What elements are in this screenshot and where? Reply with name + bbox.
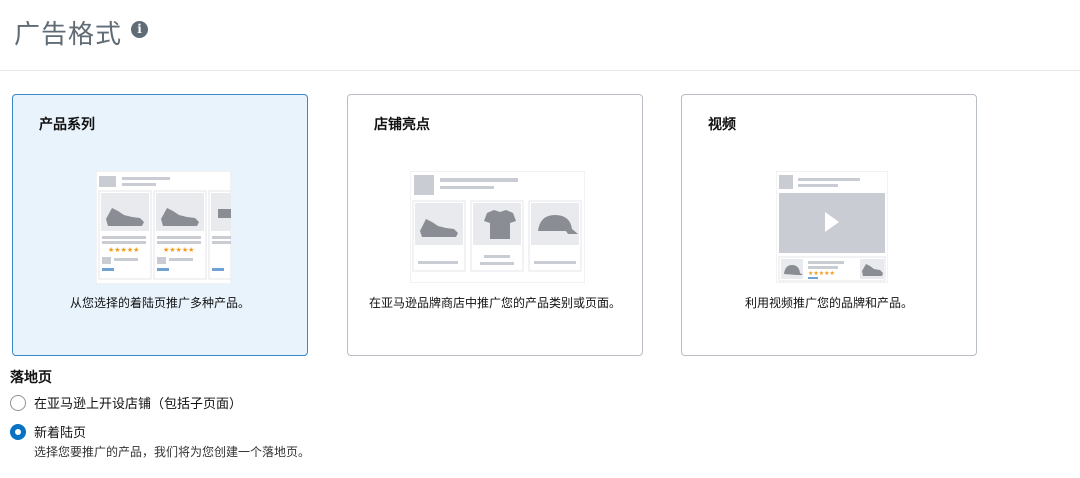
radio-button-checked[interactable] — [10, 423, 26, 440]
radio-button[interactable] — [10, 394, 26, 411]
svg-text:★★★★★: ★★★★★ — [163, 246, 194, 254]
product-tile — [208, 190, 231, 280]
info-icon[interactable]: i — [131, 21, 148, 38]
page-title: 广告格式 — [14, 20, 123, 50]
svg-text:★★★★★: ★★★★★ — [808, 270, 835, 277]
card-title: 产品系列 — [39, 117, 95, 133]
card-description: 在亚马逊品牌商店中推广您的产品类别或页面。 — [368, 296, 621, 310]
card-title: 店铺亮点 — [374, 117, 430, 133]
landing-page-option-store[interactable]: 在亚马逊上开设店铺（包括子页面） — [10, 393, 242, 412]
svg-text:★★★★★: ★★★★★ — [108, 246, 139, 254]
video-illustration: ★★★★★ — [776, 171, 888, 283]
ad-format-card-store-spotlight[interactable]: 店铺亮点 在亚马逊品牌商店中推广您的产品类别或页面。 — [347, 94, 643, 356]
landing-page-option-new[interactable]: 新着陆页 — [10, 422, 86, 441]
option-label: 在亚马逊上开设店铺（包括子页面） — [34, 397, 243, 412]
card-title: 视频 — [708, 117, 736, 133]
category-tile-cap — [528, 200, 582, 272]
category-tile-shoe — [412, 200, 466, 272]
product-tile: ★★★★★ — [98, 190, 152, 280]
option-label: 新着陆页 — [34, 426, 87, 441]
card-description: 利用视频推广您的品牌和产品。 — [744, 296, 913, 310]
ad-format-card-product-collection[interactable]: 产品系列 ★★★★★ ★★★★★ 从您选择的着陆页推广多种产品。 — [12, 94, 308, 356]
product-tile: ★★★★★ — [153, 190, 207, 280]
option-helper-text: 选择您要推广的产品，我们将为您创建一个落地页。 — [34, 445, 311, 459]
page-header: 广告格式 i — [0, 0, 1080, 71]
ad-format-card-video[interactable]: 视频 ★★★★★ 利用视频推广您的品牌和产品。 — [681, 94, 977, 356]
store-spotlight-illustration — [410, 171, 585, 283]
category-tile-shirt — [470, 200, 524, 272]
product-collection-illustration: ★★★★★ ★★★★★ — [96, 171, 231, 284]
landing-page-label: 落地页 — [10, 370, 52, 386]
card-description: 从您选择的着陆页推广多种产品。 — [69, 296, 250, 310]
